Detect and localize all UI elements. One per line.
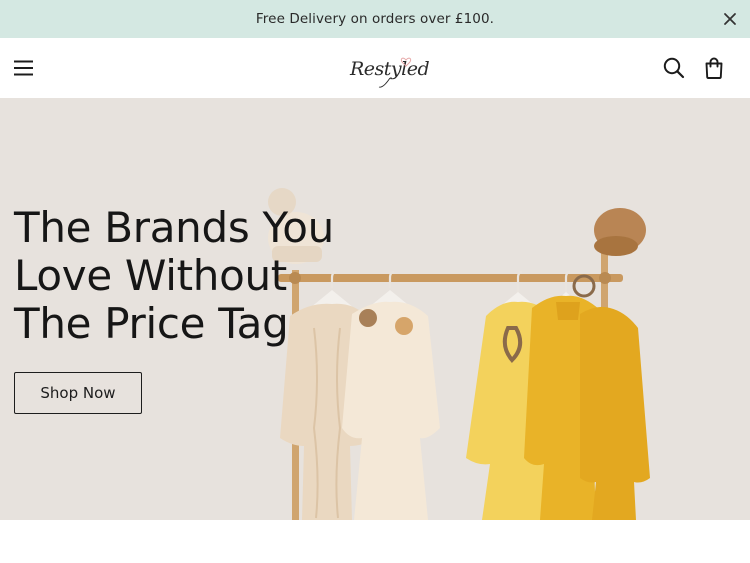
logo-heart-icon (378, 57, 412, 88)
menu-button[interactable] (10, 55, 38, 81)
shop-now-button[interactable]: Shop Now (14, 372, 142, 414)
hero-banner: The Brands You Love Without The Price Ta… (0, 98, 750, 520)
hero-title-line-3: The Price Tag (14, 299, 289, 348)
announcement-bar: Free Delivery on orders over £100. (0, 0, 750, 38)
hero-title: The Brands You Love Without The Price Ta… (14, 203, 334, 348)
close-icon (724, 13, 736, 25)
search-button[interactable] (662, 56, 686, 80)
shopping-bag-icon (705, 57, 723, 79)
announcement-text: Free Delivery on orders over £100. (255, 11, 495, 27)
hero-title-line-2: Love Without (14, 251, 287, 300)
site-header: Restyled (0, 38, 750, 98)
site-logo[interactable]: Restyled (346, 48, 430, 90)
hamburger-menu-icon (14, 60, 33, 76)
hero-title-line-1: The Brands You (14, 203, 334, 252)
search-icon (663, 57, 685, 79)
close-announcement-button[interactable] (720, 9, 740, 29)
page-content-area (0, 520, 750, 563)
cart-button[interactable] (703, 56, 725, 80)
